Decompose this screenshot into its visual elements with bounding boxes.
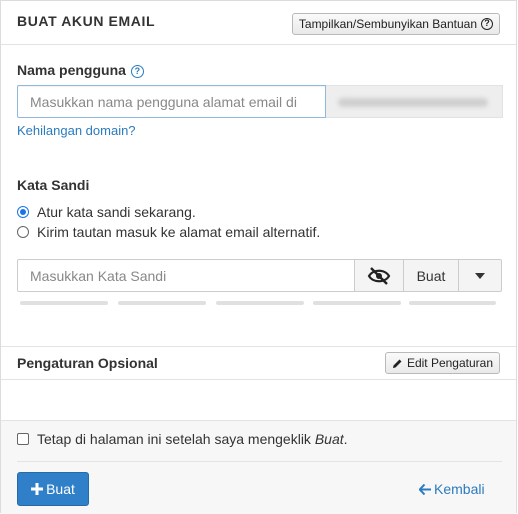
radio-send-login-link[interactable]: Kirim tautan masuk ke alamat email alter… (17, 224, 320, 240)
plus-icon (31, 483, 44, 495)
username-label-row: Nama pengguna? (17, 62, 144, 78)
arrow-left-icon (419, 483, 431, 495)
stay-on-page-option[interactable]: Tetap di halaman ini setelah saya mengek… (17, 431, 348, 447)
panel-header: BUAT AKUN EMAIL Tampilkan/Sembunyikan Ba… (1, 1, 516, 45)
generate-password-label: Buat (416, 267, 446, 284)
back-label: Kembali (434, 481, 485, 497)
pencil-icon (392, 359, 402, 368)
create-email-account-panel: BUAT AKUN EMAIL Tampilkan/Sembunyikan Ba… (0, 0, 517, 514)
caret-down-icon (475, 272, 485, 279)
generate-password-button[interactable]: Buat (403, 259, 459, 292)
password-label: Kata Sandi (17, 177, 90, 193)
toggle-password-visibility-button[interactable] (354, 259, 404, 292)
password-strength-segment (118, 301, 206, 305)
question-circle-icon[interactable]: ? (130, 65, 144, 78)
footer-divider (17, 461, 502, 462)
domain-value-blurred (338, 98, 488, 107)
question-circle-icon: ? (481, 18, 493, 30)
password-options-dropdown-button[interactable] (458, 259, 502, 292)
password-input[interactable] (17, 259, 355, 292)
radio-label: Atur kata sandi sekarang. (37, 204, 196, 220)
eye-slash-icon (367, 266, 391, 285)
toggle-help-button[interactable]: Tampilkan/Sembunyikan Bantuan ? (291, 13, 500, 35)
page-title: BUAT AKUN EMAIL (17, 13, 156, 29)
password-strength-segment (216, 301, 304, 305)
radio-label: Kirim tautan masuk ke alamat email alter… (37, 224, 321, 240)
username-label: Nama pengguna (17, 62, 126, 78)
stay-on-page-label: Tetap di halaman ini setelah saya mengek… (37, 431, 348, 447)
password-strength-segment (20, 301, 108, 305)
domain-select[interactable] (326, 85, 503, 118)
password-strength-segment (313, 301, 401, 305)
username-input[interactable] (17, 85, 326, 118)
section-divider (1, 379, 516, 380)
stay-on-page-checkbox[interactable] (17, 433, 29, 445)
edit-settings-button[interactable]: Edit Pengaturan (384, 352, 500, 374)
section-divider (1, 346, 516, 347)
lost-domain-link[interactable]: Kehilangan domain? (17, 123, 136, 138)
back-link[interactable]: Kembali (419, 481, 485, 497)
password-strength-segment (409, 301, 496, 305)
create-account-button[interactable]: Buat (17, 472, 89, 506)
radio-button[interactable] (17, 206, 29, 218)
edit-settings-label: Edit Pengaturan (406, 356, 493, 370)
toggle-help-label: Tampilkan/Sembunyikan Bantuan (298, 17, 477, 31)
radio-button[interactable] (17, 226, 29, 238)
optional-settings-title: Pengaturan Opsional (17, 355, 158, 371)
radio-set-password-now[interactable]: Atur kata sandi sekarang. (17, 204, 196, 220)
create-account-label: Buat (46, 481, 75, 497)
